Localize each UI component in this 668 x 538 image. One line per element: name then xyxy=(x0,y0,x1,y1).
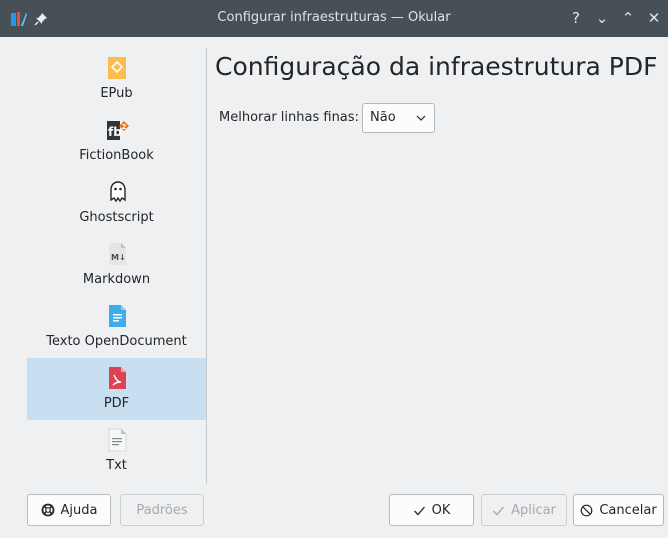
sidebar-item-fictionbook[interactable]: fb 2 FictionBook xyxy=(27,110,206,172)
sidebar-item-markdown[interactable]: M↓ Markdown xyxy=(27,234,206,296)
sidebar-item-pdf[interactable]: PDF xyxy=(27,358,206,420)
enhance-thin-lines-label: Melhorar linhas finas: xyxy=(219,110,359,125)
sidebar-item-epub[interactable]: EPub xyxy=(27,48,206,110)
window-titlebar: Configurar infraestruturas — Okular ? ⌄ … xyxy=(0,0,668,37)
sidebar-item-label: PDF xyxy=(103,396,130,411)
ok-button[interactable]: OK xyxy=(389,494,474,526)
svg-text:M↓: M↓ xyxy=(111,253,126,262)
epub-icon xyxy=(106,56,128,80)
close-icon[interactable]: ✕ xyxy=(646,8,662,28)
combobox-value: Não xyxy=(370,110,396,125)
cancel-button[interactable]: Cancelar xyxy=(573,494,664,526)
help-button-label: Ajuda xyxy=(60,502,98,518)
txt-icon xyxy=(106,428,128,452)
ghostscript-icon xyxy=(106,180,128,204)
fictionbook-icon: fb 2 xyxy=(106,118,129,142)
opendocument-text-icon xyxy=(106,304,128,328)
sidebar-item-label: Markdown xyxy=(82,272,151,287)
check-icon xyxy=(413,506,425,515)
sidebar-item-label: FictionBook xyxy=(79,148,154,163)
svg-text:2: 2 xyxy=(121,123,126,131)
apply-button-label: Aplicar xyxy=(511,502,556,518)
pdf-icon xyxy=(106,366,128,390)
sidebar-item-txt[interactable]: Txt xyxy=(27,420,206,482)
sidebar-item-label: Ghostscript xyxy=(79,210,154,225)
sidebar-item-label: Txt xyxy=(106,458,127,473)
sidebar-item-label: EPub xyxy=(100,86,133,101)
enhance-thin-lines-combobox[interactable]: Não xyxy=(362,103,435,133)
minimize-icon[interactable]: ⌄ xyxy=(594,8,610,28)
defaults-button-label: Padrões xyxy=(136,502,188,518)
page-title: Configuração da infraestrutura PDF xyxy=(215,52,658,81)
chevron-down-icon xyxy=(415,112,427,124)
sidebar-item-opendocument-text[interactable]: Texto OpenDocument xyxy=(27,296,206,358)
defaults-button[interactable]: Padrões xyxy=(120,494,204,526)
backend-sidebar: EPub fb 2 FictionBook Ghostscript M↓ Mar… xyxy=(27,48,207,484)
sidebar-item-ghostscript[interactable]: Ghostscript xyxy=(27,172,206,234)
lifebuoy-icon xyxy=(41,503,54,517)
ok-button-label: OK xyxy=(431,502,451,518)
cancel-icon xyxy=(580,504,593,516)
markdown-icon: M↓ xyxy=(106,242,128,266)
svg-text:fb: fb xyxy=(108,125,122,139)
cancel-button-label: Cancelar xyxy=(599,502,657,518)
help-button[interactable]: Ajuda xyxy=(27,494,111,526)
apply-button[interactable]: Aplicar xyxy=(481,494,567,526)
sidebar-item-label: Texto OpenDocument xyxy=(46,334,187,349)
check-icon xyxy=(493,506,505,515)
help-icon[interactable]: ? xyxy=(568,8,584,28)
maximize-icon[interactable]: ⌃ xyxy=(620,8,636,28)
window-controls: ? ⌄ ⌃ ✕ xyxy=(568,8,662,28)
